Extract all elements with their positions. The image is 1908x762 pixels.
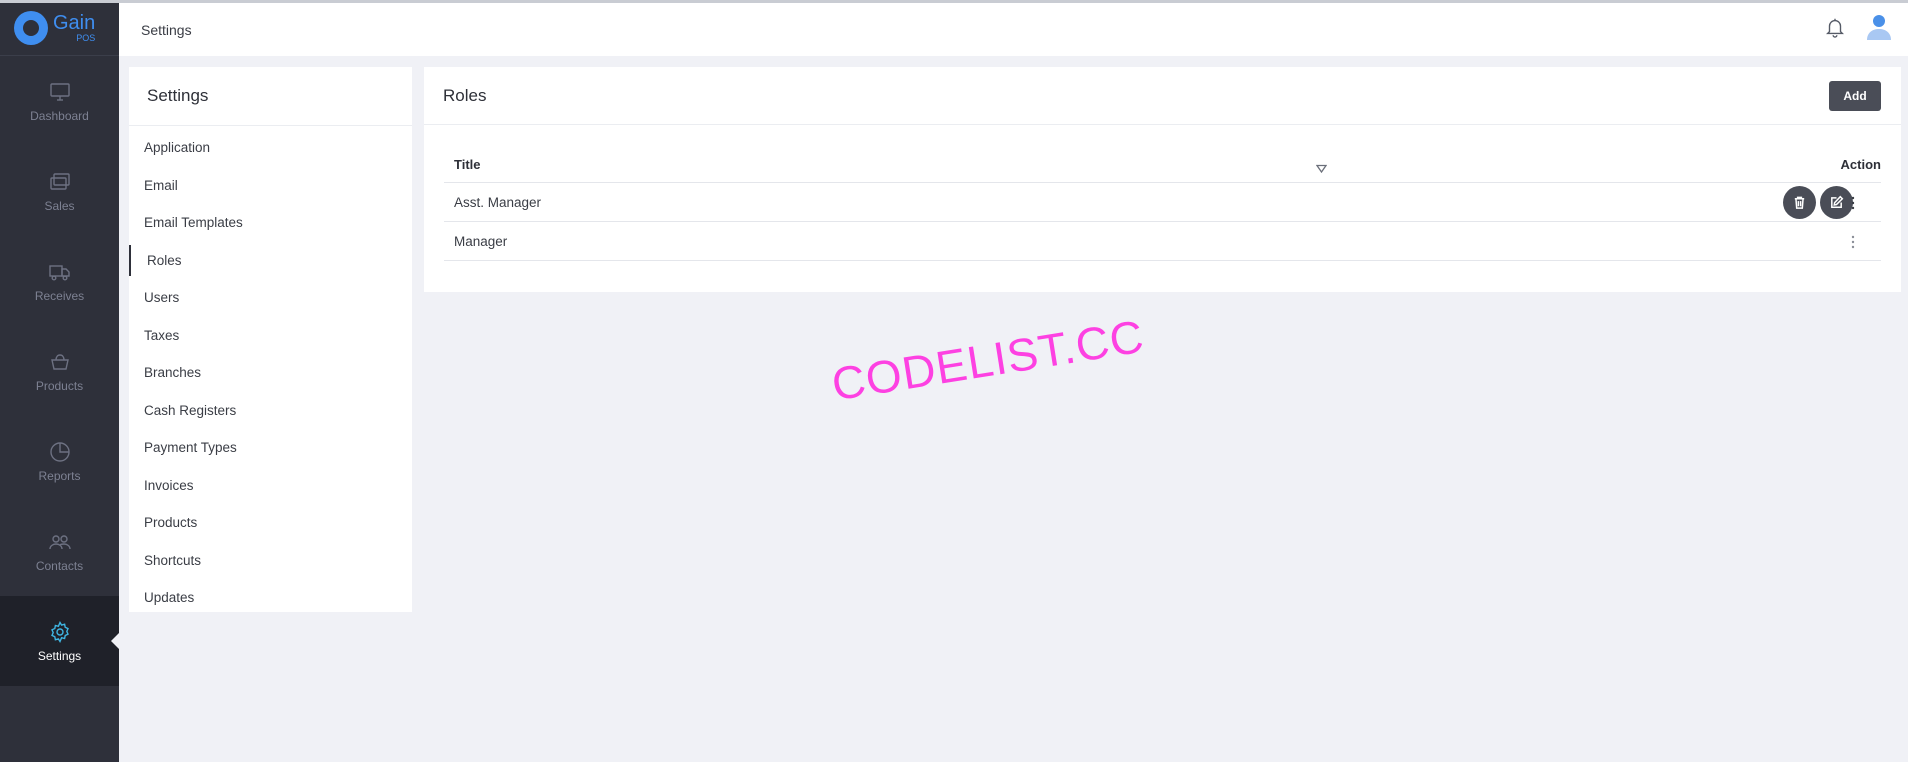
row-menu-button[interactable]: [1851, 183, 1855, 222]
user-avatar-icon: [1867, 15, 1891, 40]
users-icon: [48, 534, 71, 549]
settings-menu-item-email-templates[interactable]: Email Templates: [129, 204, 412, 242]
roles-card: Roles Add Title Action Asst. Manager Man…: [424, 67, 1901, 292]
sidebar-item-label: Contacts: [35, 558, 84, 573]
delete-role-button[interactable]: [1783, 186, 1816, 219]
logo[interactable]: Gain POS: [0, 0, 119, 56]
row-menu-button[interactable]: [1851, 222, 1855, 261]
settings-menu-title: Settings: [129, 67, 412, 126]
notification-button[interactable]: [1824, 16, 1846, 43]
settings-menu-item-updates[interactable]: Updates: [129, 579, 412, 617]
settings-menu-item-roles[interactable]: Roles: [129, 242, 412, 280]
sort-down-icon: [1315, 164, 1328, 174]
truck-icon: [48, 264, 70, 281]
sidebar-item-label: Settings: [37, 648, 82, 663]
user-avatar-button[interactable]: [1864, 12, 1894, 47]
sidebar-item-contacts[interactable]: Contacts: [0, 506, 119, 596]
settings-menu-item-users[interactable]: Users: [129, 279, 412, 317]
gear-icon: [50, 620, 69, 643]
roles-title: Roles: [443, 85, 487, 105]
sidebar-item-label: Products: [35, 378, 84, 393]
logo-icon: [14, 10, 48, 45]
products-icon: [50, 353, 69, 370]
sidebar-item-settings[interactable]: Settings: [0, 596, 119, 686]
settings-menu-list: Application Email Email Templates Roles …: [129, 126, 412, 617]
edit-role-button[interactable]: [1820, 186, 1853, 219]
sales-icon: [49, 172, 70, 190]
settings-menu-item-email[interactable]: Email: [129, 167, 412, 205]
sidebar-item-sales[interactable]: Sales: [0, 146, 119, 236]
settings-menu-item-application[interactable]: Application: [129, 129, 412, 167]
pie-chart-icon: [49, 441, 70, 462]
table-row[interactable]: Manager: [444, 222, 1881, 261]
sidebar-item-label: Dashboard: [30, 108, 89, 123]
sidebar-item-reports[interactable]: Reports: [0, 416, 119, 506]
sidebar-item-label: Sales: [44, 198, 75, 213]
settings-menu-item-invoices[interactable]: Invoices: [129, 467, 412, 505]
column-header-action: Action: [1840, 157, 1881, 172]
settings-menu-item-shortcuts[interactable]: Shortcuts: [129, 542, 412, 580]
settings-menu-item-products[interactable]: Products: [129, 504, 412, 542]
settings-menu-item-taxes[interactable]: Taxes: [129, 317, 412, 355]
watermark-text: CODELIST.CC: [828, 309, 1148, 411]
edit-icon: [1831, 195, 1844, 208]
settings-menu-item-cash-registers[interactable]: Cash Registers: [129, 392, 412, 430]
settings-menu-item-payment-types[interactable]: Payment Types: [129, 429, 412, 467]
table-row[interactable]: Asst. Manager: [444, 183, 1881, 222]
sidebar-item-dashboard[interactable]: Dashboard: [0, 56, 119, 146]
table-header: Title Action: [444, 147, 1881, 183]
roles-table: Title Action Asst. Manager Manager: [444, 147, 1881, 261]
role-title-cell: Manager: [454, 233, 508, 249]
top-header: Settings: [119, 3, 1908, 56]
kebab-icon: [1851, 196, 1855, 209]
sidebar: Gain POS Dashboard Sales Receives Produc…: [0, 0, 119, 762]
logo-name: Gain: [53, 11, 96, 34]
top-border: [0, 0, 1908, 3]
sidebar-item-products[interactable]: Products: [0, 326, 119, 416]
add-role-button[interactable]: Add: [1829, 81, 1881, 111]
column-header-title[interactable]: Title: [444, 157, 481, 172]
sidebar-item-receives[interactable]: Receives: [0, 236, 119, 326]
kebab-icon: [1851, 235, 1855, 248]
monitor-icon: [49, 82, 70, 101]
page-title: Settings: [141, 21, 192, 38]
bell-icon: [1826, 18, 1844, 38]
sort-button[interactable]: [1315, 160, 1328, 178]
sidebar-item-label: Reports: [38, 468, 81, 483]
sidebar-item-label: Receives: [34, 288, 85, 303]
trash-icon: [1794, 196, 1805, 209]
settings-menu-card: Settings Application Email Email Templat…: [129, 67, 412, 612]
settings-menu-item-branches[interactable]: Branches: [129, 354, 412, 392]
logo-subname: POS: [76, 32, 96, 43]
role-title-cell: Asst. Manager: [454, 194, 542, 210]
